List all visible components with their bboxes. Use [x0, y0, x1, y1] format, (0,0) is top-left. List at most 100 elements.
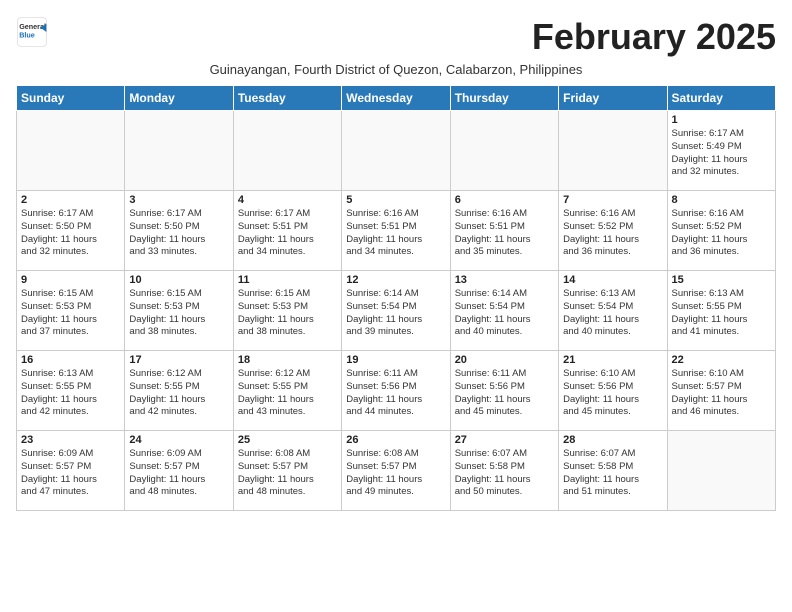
- day-number: 7: [563, 194, 662, 206]
- day-info: Sunrise: 6:07 AM Sunset: 5:58 PM Dayligh…: [563, 448, 662, 499]
- day-number: 16: [21, 354, 120, 366]
- day-number: 12: [346, 274, 445, 286]
- weekday-header-monday: Monday: [125, 86, 233, 111]
- day-number: 20: [455, 354, 554, 366]
- calendar-cell: [559, 111, 667, 191]
- day-number: 13: [455, 274, 554, 286]
- day-info: Sunrise: 6:11 AM Sunset: 5:56 PM Dayligh…: [346, 368, 445, 419]
- day-info: Sunrise: 6:15 AM Sunset: 5:53 PM Dayligh…: [238, 288, 337, 339]
- calendar-cell: 25 Sunrise: 6:08 AM Sunset: 5:57 PM Dayli…: [233, 431, 341, 511]
- calendar-cell: 26 Sunrise: 6:08 AM Sunset: 5:57 PM Dayli…: [342, 431, 450, 511]
- day-info: Sunrise: 6:08 AM Sunset: 5:57 PM Dayligh…: [238, 448, 337, 499]
- location-title: Guinayangan, Fourth District of Quezon, …: [16, 62, 776, 77]
- day-number: 5: [346, 194, 445, 206]
- day-info: Sunrise: 6:09 AM Sunset: 5:57 PM Dayligh…: [129, 448, 228, 499]
- calendar-cell: [342, 111, 450, 191]
- day-info: Sunrise: 6:14 AM Sunset: 5:54 PM Dayligh…: [455, 288, 554, 339]
- day-info: Sunrise: 6:17 AM Sunset: 5:49 PM Dayligh…: [672, 128, 771, 179]
- day-info: Sunrise: 6:13 AM Sunset: 5:55 PM Dayligh…: [672, 288, 771, 339]
- day-info: Sunrise: 6:17 AM Sunset: 5:50 PM Dayligh…: [129, 208, 228, 259]
- day-number: 15: [672, 274, 771, 286]
- calendar-cell: 8 Sunrise: 6:16 AM Sunset: 5:52 PM Daylig…: [667, 191, 775, 271]
- day-number: 27: [455, 434, 554, 446]
- day-info: Sunrise: 6:12 AM Sunset: 5:55 PM Dayligh…: [238, 368, 337, 419]
- day-number: 18: [238, 354, 337, 366]
- calendar-cell: 21 Sunrise: 6:10 AM Sunset: 5:56 PM Dayli…: [559, 351, 667, 431]
- day-number: 23: [21, 434, 120, 446]
- calendar-cell: 22Sunrise: 6:10 AM Sunset: 5:57 PM Dayli…: [667, 351, 775, 431]
- calendar-cell: 24 Sunrise: 6:09 AM Sunset: 5:57 PM Dayli…: [125, 431, 233, 511]
- day-info: Sunrise: 6:16 AM Sunset: 5:52 PM Dayligh…: [672, 208, 771, 259]
- calendar-cell: 16 Sunrise: 6:13 AM Sunset: 5:55 PM Dayli…: [17, 351, 125, 431]
- weekday-header-sunday: Sunday: [17, 86, 125, 111]
- day-number: 25: [238, 434, 337, 446]
- day-number: 22: [672, 354, 771, 366]
- day-info: Sunrise: 6:10 AM Sunset: 5:56 PM Dayligh…: [563, 368, 662, 419]
- month-title: February 2025: [532, 16, 776, 58]
- day-info: Sunrise: 6:11 AM Sunset: 5:56 PM Dayligh…: [455, 368, 554, 419]
- calendar-cell: 2 Sunrise: 6:17 AM Sunset: 5:50 PM Daylig…: [17, 191, 125, 271]
- day-info: Sunrise: 6:17 AM Sunset: 5:51 PM Dayligh…: [238, 208, 337, 259]
- calendar-cell: 18 Sunrise: 6:12 AM Sunset: 5:55 PM Dayli…: [233, 351, 341, 431]
- day-info: Sunrise: 6:14 AM Sunset: 5:54 PM Dayligh…: [346, 288, 445, 339]
- weekday-header-wednesday: Wednesday: [342, 86, 450, 111]
- calendar-cell: 1 Sunrise: 6:17 AM Sunset: 5:49 PM Daylig…: [667, 111, 775, 191]
- page-header: General Blue February 2025: [16, 16, 776, 58]
- day-info: Sunrise: 6:16 AM Sunset: 5:52 PM Dayligh…: [563, 208, 662, 259]
- day-info: Sunrise: 6:09 AM Sunset: 5:57 PM Dayligh…: [21, 448, 120, 499]
- day-number: 9: [21, 274, 120, 286]
- calendar-cell: 27Sunrise: 6:07 AM Sunset: 5:58 PM Dayli…: [450, 431, 558, 511]
- day-number: 28: [563, 434, 662, 446]
- calendar-cell: 3 Sunrise: 6:17 AM Sunset: 5:50 PM Daylig…: [125, 191, 233, 271]
- weekday-header-friday: Friday: [559, 86, 667, 111]
- calendar-cell: 20 Sunrise: 6:11 AM Sunset: 5:56 PM Dayli…: [450, 351, 558, 431]
- day-info: Sunrise: 6:15 AM Sunset: 5:53 PM Dayligh…: [21, 288, 120, 339]
- weekday-header-thursday: Thursday: [450, 86, 558, 111]
- logo: General Blue: [16, 16, 52, 48]
- calendar-cell: [17, 111, 125, 191]
- day-number: 2: [21, 194, 120, 206]
- calendar-cell: 13 Sunrise: 6:14 AM Sunset: 5:54 PM Dayli…: [450, 271, 558, 351]
- calendar-cell: 23 Sunrise: 6:09 AM Sunset: 5:57 PM Dayli…: [17, 431, 125, 511]
- day-number: 1: [672, 114, 771, 126]
- calendar-cell: 9 Sunrise: 6:15 AM Sunset: 5:53 PM Daylig…: [17, 271, 125, 351]
- day-number: 19: [346, 354, 445, 366]
- logo-icon: General Blue: [16, 16, 48, 48]
- calendar-cell: 10 Sunrise: 6:15 AM Sunset: 5:53 PM Dayli…: [125, 271, 233, 351]
- day-number: 21: [563, 354, 662, 366]
- calendar-cell: 14 Sunrise: 6:13 AM Sunset: 5:54 PM Dayli…: [559, 271, 667, 351]
- day-number: 6: [455, 194, 554, 206]
- calendar-cell: 6 Sunrise: 6:16 AM Sunset: 5:51 PM Daylig…: [450, 191, 558, 271]
- calendar-cell: [233, 111, 341, 191]
- weekday-header-saturday: Saturday: [667, 86, 775, 111]
- day-info: Sunrise: 6:15 AM Sunset: 5:53 PM Dayligh…: [129, 288, 228, 339]
- calendar-cell: 19 Sunrise: 6:11 AM Sunset: 5:56 PM Dayli…: [342, 351, 450, 431]
- day-number: 11: [238, 274, 337, 286]
- weekday-header-tuesday: Tuesday: [233, 86, 341, 111]
- day-number: 17: [129, 354, 228, 366]
- day-info: Sunrise: 6:17 AM Sunset: 5:50 PM Dayligh…: [21, 208, 120, 259]
- svg-text:Blue: Blue: [19, 31, 35, 40]
- day-number: 26: [346, 434, 445, 446]
- calendar-cell: 5 Sunrise: 6:16 AM Sunset: 5:51 PM Daylig…: [342, 191, 450, 271]
- calendar-cell: 11 Sunrise: 6:15 AM Sunset: 5:53 PM Dayli…: [233, 271, 341, 351]
- calendar-cell: [450, 111, 558, 191]
- calendar-cell: [125, 111, 233, 191]
- calendar-cell: 4 Sunrise: 6:17 AM Sunset: 5:51 PM Daylig…: [233, 191, 341, 271]
- day-number: 24: [129, 434, 228, 446]
- day-number: 4: [238, 194, 337, 206]
- calendar-table: SundayMondayTuesdayWednesdayThursdayFrid…: [16, 85, 776, 511]
- day-info: Sunrise: 6:08 AM Sunset: 5:57 PM Dayligh…: [346, 448, 445, 499]
- day-info: Sunrise: 6:13 AM Sunset: 5:55 PM Dayligh…: [21, 368, 120, 419]
- day-info: Sunrise: 6:13 AM Sunset: 5:54 PM Dayligh…: [563, 288, 662, 339]
- calendar-cell: 28 Sunrise: 6:07 AM Sunset: 5:58 PM Dayli…: [559, 431, 667, 511]
- day-number: 3: [129, 194, 228, 206]
- day-info: Sunrise: 6:16 AM Sunset: 5:51 PM Dayligh…: [455, 208, 554, 259]
- day-info: Sunrise: 6:16 AM Sunset: 5:51 PM Dayligh…: [346, 208, 445, 259]
- day-number: 10: [129, 274, 228, 286]
- day-number: 8: [672, 194, 771, 206]
- day-number: 14: [563, 274, 662, 286]
- calendar-cell: [667, 431, 775, 511]
- calendar-cell: 15 Sunrise: 6:13 AM Sunset: 5:55 PM Dayli…: [667, 271, 775, 351]
- calendar-cell: 12 Sunrise: 6:14 AM Sunset: 5:54 PM Dayli…: [342, 271, 450, 351]
